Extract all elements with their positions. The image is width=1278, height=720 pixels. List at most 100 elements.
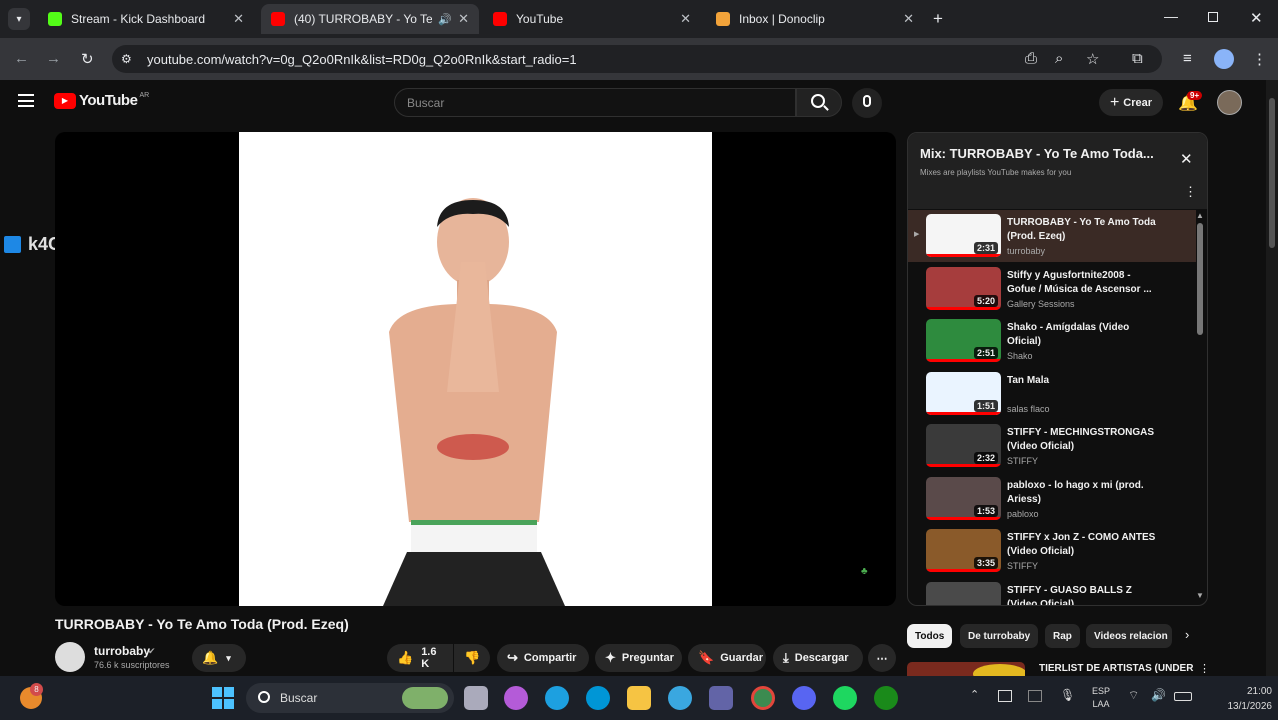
playlist-item-title[interactable]: Shako - Amígdalas (Video Oficial) xyxy=(1007,321,1157,349)
tray-app-icon[interactable] xyxy=(998,690,1012,702)
wifi-icon[interactable]: ⌔ xyxy=(1128,688,1139,703)
close-icon[interactable]: ✕ xyxy=(1180,150,1193,168)
playlist-item-title[interactable]: STIFFY x Jon Z - COMO ANTES (Video Ofici… xyxy=(1007,531,1157,559)
close-icon[interactable]: ✕ xyxy=(233,11,244,27)
page-scrollbar[interactable] xyxy=(1266,80,1278,676)
ask-button[interactable]: ✦ Preguntar xyxy=(595,644,682,672)
playlist-item[interactable]: 2:32 STIFFY - MECHINGSTRONGAS (Video Ofic… xyxy=(908,420,1196,472)
playlist-scrollbar[interactable]: ▲ ▼ xyxy=(1196,211,1204,603)
copilot-icon[interactable] xyxy=(504,686,528,710)
install-app-icon[interactable]: ⎙ xyxy=(1025,50,1037,67)
playlist-item[interactable]: 1:51 Tan Mala salas flaco xyxy=(908,368,1196,420)
playlist-thumbnail[interactable]: 1:51 xyxy=(926,371,1001,415)
playlist-item[interactable]: 5:20 Stiffy y Agusfortnite2008 - Gofue / … xyxy=(908,263,1196,315)
channel-name[interactable]: turrobaby xyxy=(94,644,150,658)
new-tab-plus-icon[interactable]: + xyxy=(933,9,943,29)
subscribe-bell-button[interactable]: 🔔 ▾ xyxy=(192,644,246,672)
spotify-icon[interactable] xyxy=(833,686,857,710)
chip-todos[interactable]: Todos xyxy=(907,624,953,648)
search-input[interactable]: Buscar xyxy=(394,88,796,117)
taskbar-search-box[interactable]: Buscar xyxy=(246,683,454,713)
speaker-icon[interactable]: 🔊 xyxy=(438,13,452,26)
hamburger-menu-icon[interactable] xyxy=(18,94,34,107)
more-vert-icon[interactable]: ⋮ xyxy=(1199,662,1210,675)
more-actions-button[interactable]: ⋯ xyxy=(868,644,896,672)
close-icon[interactable]: ✕ xyxy=(458,11,469,27)
playlist-item[interactable]: STIFFY - GUASO BALLS Z (Video Oficial) xyxy=(908,578,1196,606)
media-control-icon[interactable]: ≡ xyxy=(1183,50,1192,67)
scroll-down-icon[interactable]: ▼ xyxy=(1196,591,1204,600)
window-close-icon[interactable]: ✕ xyxy=(1250,9,1263,27)
playlist-item-title[interactable]: Stiffy y Agusfortnite2008 - Gofue / Músi… xyxy=(1007,269,1157,297)
playlist-item[interactable]: ▶ 2:31 TURROBABY - Yo Te Amo Toda (Prod. E… xyxy=(908,210,1196,262)
save-button[interactable]: 🔖 Guardar xyxy=(688,644,766,672)
playlist-item[interactable]: 3:35 STIFFY x Jon Z - COMO ANTES (Video O… xyxy=(908,525,1196,577)
playlist-title[interactable]: Mix: TURROBABY - Yo Te Amo Toda... xyxy=(920,146,1154,161)
download-button[interactable]: ⤓ Descargar xyxy=(773,644,863,672)
tab-youtube[interactable]: YouTube ✕ xyxy=(483,4,701,34)
edge-icon[interactable] xyxy=(545,686,569,710)
browser-menu-icon[interactable]: ⋮ xyxy=(1252,50,1267,68)
chip-rap[interactable]: Rap xyxy=(1045,624,1080,648)
bookmark-star-icon[interactable]: ☆ xyxy=(1086,50,1099,68)
battery-icon[interactable] xyxy=(1174,692,1192,701)
account-avatar[interactable] xyxy=(1217,90,1242,115)
playlist-item-title[interactable]: TURROBABY - Yo Te Amo Toda (Prod. Ezeq) xyxy=(1007,216,1157,244)
start-windows-icon[interactable] xyxy=(212,687,234,709)
tray-chevron-up-icon[interactable]: ⌃ xyxy=(970,688,979,701)
next-video-thumbnail[interactable] xyxy=(907,662,1025,676)
playlist-thumbnail[interactable] xyxy=(926,581,1001,605)
xbox-icon[interactable] xyxy=(874,686,898,710)
chrome-icon[interactable] xyxy=(751,686,775,710)
playlist-item[interactable]: 1:53 pabloxo - lo hago x mi (prod. Ariess… xyxy=(908,473,1196,525)
clock[interactable]: 21:00 13/1/2026 xyxy=(1218,684,1273,714)
forward-arrow-icon[interactable]: → xyxy=(46,50,61,67)
voice-search-button[interactable] xyxy=(852,88,882,118)
playlist-thumbnail[interactable]: 2:32 xyxy=(926,424,1001,467)
playlist-thumbnail[interactable]: 2:31 xyxy=(926,214,1001,257)
playlist-item-title[interactable]: STIFFY - MECHINGSTRONGAS (Video Oficial) xyxy=(1007,426,1157,454)
dislike-button[interactable]: 👎 xyxy=(454,644,490,672)
scroll-up-icon[interactable]: ▲ xyxy=(1196,211,1204,220)
profile-avatar[interactable] xyxy=(1214,49,1234,69)
chip-videos-relacionados[interactable]: Videos relacion xyxy=(1086,624,1172,648)
file-explorer-icon[interactable] xyxy=(627,686,651,710)
next-video-title[interactable]: TIERLIST DE ARTISTAS (UNDER xyxy=(1039,663,1193,674)
zoom-icon[interactable]: ⌕ xyxy=(1055,50,1063,67)
tab-donoclip[interactable]: Inbox | Donoclip ✕ xyxy=(706,4,924,34)
search-button[interactable] xyxy=(796,88,842,117)
playlist-thumbnail[interactable]: 1:53 xyxy=(926,476,1001,520)
playlist-thumbnail[interactable]: 5:20 xyxy=(926,266,1001,310)
discord-icon[interactable] xyxy=(792,686,816,710)
create-button[interactable]: + Crear xyxy=(1099,89,1163,116)
playlist-thumbnail[interactable]: 3:35 xyxy=(926,529,1001,572)
chip-de-turrobaby[interactable]: De turrobaby xyxy=(960,624,1039,648)
hp-icon[interactable] xyxy=(586,686,610,710)
video-player[interactable]: ♣ xyxy=(55,132,896,606)
playlist-item-title[interactable]: pabloxo - lo hago x mi (prod. Ariess) xyxy=(1007,479,1157,507)
minimize-icon[interactable]: — xyxy=(1164,8,1178,24)
task-view-icon[interactable] xyxy=(464,686,488,710)
chip-next-chevron-icon[interactable]: › xyxy=(1185,627,1189,642)
language-indicator[interactable]: ESP LAA xyxy=(1092,685,1110,711)
tray-app-icon-2[interactable] xyxy=(1028,690,1042,702)
channel-avatar[interactable] xyxy=(55,642,85,672)
app-icon[interactable] xyxy=(668,686,692,710)
url-text[interactable]: youtube.com/watch?v=0g_Q2o0RnIk&list=RD0… xyxy=(147,52,577,67)
youtube-logo[interactable]: ▶ YouTube AR xyxy=(54,92,149,109)
playlist-thumbnail[interactable]: 2:51 xyxy=(926,319,1001,362)
close-icon[interactable]: ✕ xyxy=(680,11,691,27)
restore-icon[interactable] xyxy=(1208,12,1218,22)
back-arrow-icon[interactable]: ← xyxy=(14,50,29,67)
playlist-item-title[interactable]: STIFFY - GUASO BALLS Z (Video Oficial) xyxy=(1007,584,1157,606)
playlist-item[interactable]: 2:51 Shako - Amígdalas (Video Oficial) Sha… xyxy=(908,315,1196,367)
reload-icon[interactable]: ↻ xyxy=(81,50,94,68)
tab-youtube-video[interactable]: (40) TURROBABY - Yo Te Amo 🔊 ✕ xyxy=(261,4,479,34)
close-icon[interactable]: ✕ xyxy=(903,11,914,27)
tab-search-button[interactable]: ▾ xyxy=(8,8,30,30)
playlist-item-title[interactable]: Tan Mala xyxy=(1007,374,1157,388)
extensions-icon[interactable]: ⧉ xyxy=(1132,50,1143,67)
volume-icon[interactable]: 🔊 xyxy=(1151,688,1166,702)
more-vert-icon[interactable]: ⋮ xyxy=(1184,184,1197,200)
video-frame[interactable] xyxy=(239,132,712,606)
